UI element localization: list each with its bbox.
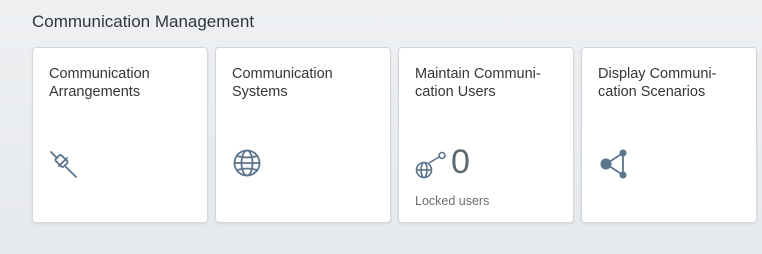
tile-maintain-communication-users[interactable]: Maintain Communi- cation Users 0 Locked … bbox=[398, 47, 574, 223]
tile-container: Communication Arrangements Communication… bbox=[32, 47, 757, 223]
tile-footer: Locked users bbox=[415, 194, 490, 208]
tile-title-line: Communication bbox=[232, 66, 333, 82]
globe-icon bbox=[232, 148, 264, 180]
tile-title-line: cation Scenarios bbox=[598, 84, 706, 100]
kpi-content: 0 bbox=[415, 144, 470, 180]
group-title: Communication Management bbox=[32, 12, 255, 31]
tile-title-line: cation Users bbox=[415, 84, 496, 100]
tile-communication-systems[interactable]: Communication Systems bbox=[215, 47, 391, 223]
tile-title-line: Maintain Communi- bbox=[415, 66, 541, 82]
web-user-icon bbox=[415, 148, 447, 180]
tile-title: Communication Systems bbox=[232, 65, 378, 101]
tile-title-line: Communication bbox=[49, 66, 150, 82]
tile-title: Maintain Communi- cation Users bbox=[415, 65, 561, 101]
tile-title-line: Arrangements bbox=[49, 84, 141, 100]
tile-title-line: Systems bbox=[232, 84, 288, 100]
tile-display-communication-scenarios[interactable]: Display Communi- cation Scenarios bbox=[581, 47, 757, 223]
tile-title: Communication Arrangements bbox=[49, 65, 195, 101]
share-icon bbox=[598, 148, 630, 180]
tile-title-line: Display Communi- bbox=[598, 66, 717, 82]
connection-icon bbox=[49, 148, 81, 180]
tile-title: Display Communi- cation Scenarios bbox=[598, 65, 744, 101]
tile-communication-arrangements[interactable]: Communication Arrangements bbox=[32, 47, 208, 223]
kpi-value: 0 bbox=[451, 143, 470, 181]
